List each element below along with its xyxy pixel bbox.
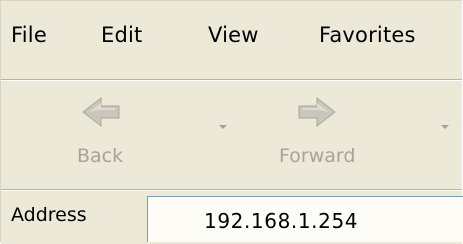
back-button[interactable]: Back [55,91,167,183]
toolbar: Back Forward [1,83,462,189]
forward-dropdown-icon[interactable] [441,125,449,129]
back-dropdown-icon[interactable] [219,125,227,129]
menu-favorites[interactable]: Favorites [319,23,416,47]
menu-divider [1,79,462,81]
address-label: Address [11,204,87,226]
address-value: 192.168.1.254 [204,209,359,233]
back-label: Back [77,145,124,167]
menu-view[interactable]: View [208,23,259,47]
menu-bar: File Edit View Favorites [1,1,462,79]
menu-file[interactable]: File [11,23,47,47]
forward-button[interactable]: Forward [261,91,421,183]
address-input[interactable]: 192.168.1.254 [147,196,463,242]
back-arrow-icon [82,96,120,128]
toolbar-divider [1,189,462,191]
forward-label: Forward [279,145,356,167]
menu-edit[interactable]: Edit [101,23,142,47]
address-bar: Address 192.168.1.254 [1,193,463,244]
browser-window: File Edit View Favorites Back Forward Ad… [0,0,463,244]
forward-arrow-icon [298,96,336,128]
